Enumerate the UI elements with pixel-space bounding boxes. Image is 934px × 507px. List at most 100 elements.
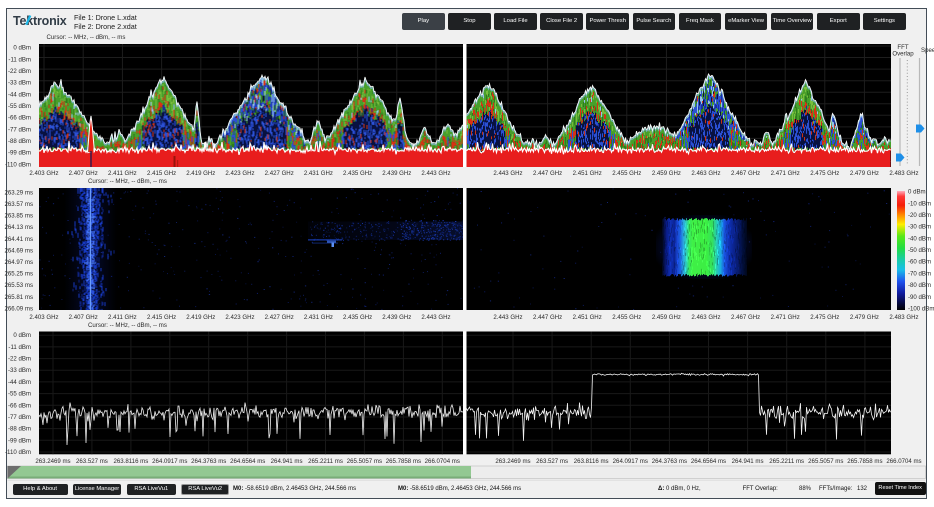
svg-text:-33 dBm: -33 dBm bbox=[8, 80, 31, 87]
svg-text:263.527 ms: 263.527 ms bbox=[76, 458, 108, 465]
svg-text:2.475 GHz: 2.475 GHz bbox=[810, 314, 839, 321]
svg-text:-20 dBm: -20 dBm bbox=[908, 212, 931, 219]
svg-text:-110 dBm: -110 dBm bbox=[5, 161, 31, 168]
svg-text:264.6564 ms: 264.6564 ms bbox=[230, 458, 265, 465]
svg-text:263.8116 ms: 263.8116 ms bbox=[114, 458, 149, 465]
svg-text:263.57 ms: 263.57 ms bbox=[5, 201, 33, 208]
svg-text:263.2469 ms: 263.2469 ms bbox=[495, 458, 530, 465]
svg-text:264.3763 ms: 264.3763 ms bbox=[191, 458, 226, 465]
svg-text:264.941 ms: 264.941 ms bbox=[271, 458, 303, 465]
svg-text:2.459 GHz: 2.459 GHz bbox=[652, 314, 681, 321]
svg-text:263.29 ms: 263.29 ms bbox=[5, 189, 33, 196]
svg-text:2.467 GHz: 2.467 GHz bbox=[731, 170, 760, 177]
svg-text:-10 dBm: -10 dBm bbox=[908, 200, 931, 207]
svg-text:-22 dBm: -22 dBm bbox=[8, 356, 31, 363]
svg-text:265.5057 ms: 265.5057 ms bbox=[347, 458, 382, 465]
svg-text:2.427 GHz: 2.427 GHz bbox=[265, 170, 294, 177]
svg-text:-66 dBm: -66 dBm bbox=[8, 402, 31, 409]
svg-text:263.8116 ms: 263.8116 ms bbox=[574, 458, 609, 465]
svg-text:0 dBm: 0 dBm bbox=[908, 189, 926, 196]
svg-text:265.25 ms: 265.25 ms bbox=[5, 271, 33, 278]
svg-text:264.97 ms: 264.97 ms bbox=[5, 259, 33, 266]
svg-text:2.439 GHz: 2.439 GHz bbox=[382, 170, 411, 177]
svg-text:-22 dBm: -22 dBm bbox=[8, 68, 31, 75]
svg-text:2.423 GHz: 2.423 GHz bbox=[225, 170, 254, 177]
svg-text:-88 dBm: -88 dBm bbox=[8, 138, 31, 145]
svg-text:2.483 GHz: 2.483 GHz bbox=[889, 314, 918, 321]
svg-text:-11 dBm: -11 dBm bbox=[8, 56, 31, 63]
svg-text:263.2469 ms: 263.2469 ms bbox=[35, 458, 70, 465]
svg-text:2.403 GHz: 2.403 GHz bbox=[29, 314, 58, 321]
svg-text:Cursor: -- MHz, -- dBm, -- ms: Cursor: -- MHz, -- dBm, -- ms bbox=[47, 34, 126, 41]
svg-text:File 2: Drone 2.xdat: File 2: Drone 2.xdat bbox=[74, 22, 137, 31]
svg-text:2.431 GHz: 2.431 GHz bbox=[304, 314, 333, 321]
svg-text:265.2211 ms: 265.2211 ms bbox=[308, 458, 343, 465]
svg-text:264.0917 ms: 264.0917 ms bbox=[152, 458, 187, 465]
svg-text:2.463 GHz: 2.463 GHz bbox=[691, 314, 720, 321]
svg-text:-99 dBm: -99 dBm bbox=[8, 150, 31, 157]
svg-text:2.467 GHz: 2.467 GHz bbox=[731, 314, 760, 321]
svg-text:-66 dBm: -66 dBm bbox=[8, 115, 31, 122]
svg-text:2.475 GHz: 2.475 GHz bbox=[810, 170, 839, 177]
svg-text:264.41 ms: 264.41 ms bbox=[5, 236, 33, 243]
svg-text:2.483 GHz: 2.483 GHz bbox=[889, 170, 918, 177]
svg-text:-100 dBm: -100 dBm bbox=[908, 306, 934, 313]
svg-text:-44 dBm: -44 dBm bbox=[8, 379, 31, 386]
svg-text:File 1: Drone L.xdat: File 1: Drone L.xdat bbox=[74, 13, 137, 22]
svg-text:266.09 ms: 266.09 ms bbox=[5, 305, 33, 312]
svg-text:2.407 GHz: 2.407 GHz bbox=[69, 314, 98, 321]
svg-text:2.439 GHz: 2.439 GHz bbox=[382, 314, 411, 321]
svg-text:2.459 GHz: 2.459 GHz bbox=[652, 170, 681, 177]
svg-text:-50 dBm: -50 dBm bbox=[908, 247, 931, 254]
svg-text:-30 dBm: -30 dBm bbox=[908, 224, 931, 231]
svg-text:-77 dBm: -77 dBm bbox=[8, 126, 31, 133]
svg-text:265.7858 ms: 265.7858 ms bbox=[847, 458, 882, 465]
svg-text:-88 dBm: -88 dBm bbox=[8, 426, 31, 433]
svg-text:0 dBm: 0 dBm bbox=[13, 332, 31, 339]
svg-text:2.443 GHz: 2.443 GHz bbox=[421, 170, 450, 177]
svg-text:-40 dBm: -40 dBm bbox=[908, 235, 931, 242]
svg-text:2.431 GHz: 2.431 GHz bbox=[304, 170, 333, 177]
svg-text:263.527 ms: 263.527 ms bbox=[536, 458, 568, 465]
svg-text:2.407 GHz: 2.407 GHz bbox=[69, 170, 98, 177]
svg-text:2.471 GHz: 2.471 GHz bbox=[771, 314, 800, 321]
svg-text:2.427 GHz: 2.427 GHz bbox=[265, 314, 294, 321]
svg-text:265.2211 ms: 265.2211 ms bbox=[769, 458, 804, 465]
svg-text:Cursor: -- MHz, -- dBm, -- ms: Cursor: -- MHz, -- dBm, -- ms bbox=[88, 178, 167, 185]
svg-text:Cursor: -- MHz, -- dBm, -- ms: Cursor: -- MHz, -- dBm, -- ms bbox=[88, 322, 167, 329]
svg-text:-77 dBm: -77 dBm bbox=[8, 414, 31, 421]
svg-text:2.443 GHz: 2.443 GHz bbox=[493, 170, 522, 177]
svg-text:-70 dBm: -70 dBm bbox=[908, 270, 931, 277]
svg-text:-60 dBm: -60 dBm bbox=[908, 259, 931, 266]
svg-text:264.13 ms: 264.13 ms bbox=[5, 224, 33, 231]
svg-text:2.455 GHz: 2.455 GHz bbox=[612, 170, 641, 177]
svg-text:0 dBm: 0 dBm bbox=[13, 45, 31, 52]
svg-text:2.423 GHz: 2.423 GHz bbox=[225, 314, 254, 321]
svg-text:2.455 GHz: 2.455 GHz bbox=[612, 314, 641, 321]
svg-text:2.419 GHz: 2.419 GHz bbox=[186, 170, 215, 177]
svg-text:2.419 GHz: 2.419 GHz bbox=[186, 314, 215, 321]
svg-text:2.479 GHz: 2.479 GHz bbox=[850, 314, 879, 321]
svg-text:264.6564 ms: 264.6564 ms bbox=[691, 458, 726, 465]
svg-text:2.463 GHz: 2.463 GHz bbox=[691, 170, 720, 177]
svg-text:266.0704 ms: 266.0704 ms bbox=[886, 458, 921, 465]
svg-text:2.411 GHz: 2.411 GHz bbox=[108, 314, 137, 321]
svg-text:2.411 GHz: 2.411 GHz bbox=[108, 170, 137, 177]
svg-text:265.7858 ms: 265.7858 ms bbox=[386, 458, 421, 465]
svg-text:2.471 GHz: 2.471 GHz bbox=[771, 170, 800, 177]
svg-text:264.941 ms: 264.941 ms bbox=[732, 458, 764, 465]
svg-text:-33 dBm: -33 dBm bbox=[8, 367, 31, 374]
svg-text:2.443 GHz: 2.443 GHz bbox=[493, 314, 522, 321]
svg-text:265.5057 ms: 265.5057 ms bbox=[808, 458, 843, 465]
svg-text:2.447 GHz: 2.447 GHz bbox=[533, 170, 562, 177]
svg-text:264.3763 ms: 264.3763 ms bbox=[652, 458, 687, 465]
svg-text:-44 dBm: -44 dBm bbox=[8, 91, 31, 98]
svg-text:265.53 ms: 265.53 ms bbox=[5, 282, 33, 289]
svg-text:2.451 GHz: 2.451 GHz bbox=[573, 170, 602, 177]
svg-text:-110 dBm: -110 dBm bbox=[5, 449, 31, 456]
svg-text:2.479 GHz: 2.479 GHz bbox=[850, 170, 879, 177]
svg-text:266.0704 ms: 266.0704 ms bbox=[425, 458, 460, 465]
svg-text:263.85 ms: 263.85 ms bbox=[5, 213, 33, 220]
svg-text:Overlap: Overlap bbox=[892, 51, 914, 58]
svg-text:-11 dBm: -11 dBm bbox=[8, 344, 31, 351]
